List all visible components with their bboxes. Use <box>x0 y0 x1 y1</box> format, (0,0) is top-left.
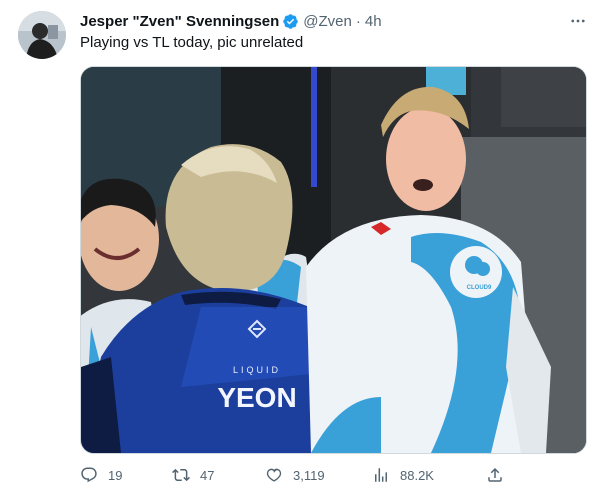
retweet-button[interactable]: 47 <box>172 462 214 488</box>
avatar-image <box>18 11 66 59</box>
sponsor-logo-text: CLOUD9 <box>467 285 492 291</box>
tweet-text: Playing vs TL today, pic unrelated <box>80 34 304 51</box>
views-icon <box>375 468 387 482</box>
verified-badge-icon <box>282 13 299 30</box>
like-button[interactable]: 3,119 <box>265 462 325 488</box>
tweet: Jesper "Zven" Svenningsen @Zven · 4h Pla… <box>0 0 603 497</box>
reply-button[interactable]: 19 <box>80 462 122 488</box>
more-icon[interactable] <box>567 10 589 32</box>
author-handle[interactable]: @Zven <box>303 13 352 30</box>
reply-icon <box>81 467 97 483</box>
views-count: 88.2K <box>400 467 434 483</box>
retweet-count: 47 <box>200 467 215 483</box>
views-button[interactable]: 88.2K <box>372 462 434 488</box>
tweet-header: Jesper "Zven" Svenningsen @Zven · 4h <box>80 10 589 32</box>
jersey-name-text: YEON <box>217 382 296 413</box>
share-button[interactable] <box>486 462 504 488</box>
jersey-brand-text: LIQUID <box>233 365 281 375</box>
share-icon <box>488 467 502 482</box>
tweet-photo[interactable]: LIQUID YEON CLOUD9 <box>80 66 587 454</box>
like-icon <box>266 468 282 482</box>
like-count: 3,119 <box>293 467 325 483</box>
retweet-icon <box>172 468 190 482</box>
avatar[interactable] <box>18 11 66 59</box>
tweet-time[interactable]: 4h <box>365 13 382 30</box>
action-bar: 19 47 3,119 88.2K <box>80 462 510 488</box>
author-name[interactable]: Jesper "Zven" Svenningsen <box>80 13 279 30</box>
reply-count: 19 <box>108 467 123 483</box>
separator-dot: · <box>355 12 361 30</box>
